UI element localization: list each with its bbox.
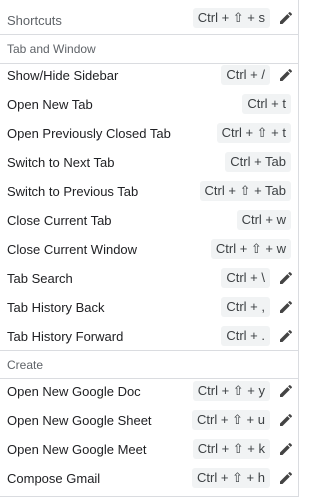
- section-create: Create: [0, 350, 299, 379]
- section-title: Tab and Window: [7, 42, 96, 56]
- shortcut-keys: Ctrl + ⇧ + w: [210, 239, 291, 259]
- shortcut-keys: Ctrl + ⇧ + t: [216, 123, 291, 143]
- shortcut-label: Open New Tab: [7, 97, 93, 112]
- shortcut-row-tab-history-back: Tab History Back Ctrl + ,: [0, 293, 299, 322]
- edit-pencil-icon[interactable]: [278, 470, 294, 486]
- shortcut-label: Close Current Tab: [7, 213, 112, 228]
- shortcut-label: Switch to Previous Tab: [7, 184, 139, 199]
- edit-pencil-icon[interactable]: [278, 270, 294, 286]
- shortcut-row-switch-to-previous-tab: Switch to Previous Tab Ctrl + ⇧ + Tab: [0, 177, 299, 206]
- edit-pencil-icon[interactable]: [278, 328, 294, 344]
- edit-pencil-icon[interactable]: [278, 299, 294, 315]
- shortcut-row-open-new-tab: Open New Tab Ctrl + t: [0, 90, 299, 119]
- shortcut-keys: Ctrl + ⇧ + Tab: [199, 181, 291, 201]
- shortcuts-header: Shortcuts Ctrl + ⇧ + s: [0, 4, 299, 35]
- edit-pencil-icon[interactable]: [278, 10, 294, 26]
- shortcut-label: Show/Hide Sidebar: [7, 68, 119, 83]
- shortcut-label: Open Previously Closed Tab: [7, 126, 171, 141]
- shortcut-keys: Ctrl + ,: [221, 297, 270, 317]
- shortcut-row-show-hide-sidebar: Show/Hide Sidebar Ctrl + /: [0, 61, 299, 90]
- shortcut-keys: Ctrl + ⇧ + y: [192, 381, 270, 401]
- section-tab-and-window: Tab and Window: [0, 35, 299, 64]
- shortcut-row-switch-to-next-tab: Switch to Next Tab Ctrl + Tab: [0, 148, 299, 177]
- shortcut-label: Open New Google Sheet: [7, 413, 152, 428]
- shortcut-label: Compose Gmail: [7, 471, 101, 486]
- shortcut-keys: Ctrl + Tab: [225, 152, 291, 172]
- shortcut-row-open-new-google-doc: Open New Google Doc Ctrl + ⇧ + y: [0, 377, 299, 406]
- shortcut-keys: Ctrl + ⇧ + h: [192, 468, 270, 488]
- shortcut-label: Tab History Back: [7, 300, 105, 315]
- shortcut-label: Tab Search: [7, 271, 73, 286]
- shortcuts-key-badge: Ctrl + ⇧ + s: [192, 8, 270, 28]
- shortcut-keys: Ctrl + \: [221, 268, 270, 288]
- shortcut-label: Switch to Next Tab: [7, 155, 115, 170]
- shortcut-row-close-current-window: Close Current Window Ctrl + ⇧ + w: [0, 235, 299, 264]
- shortcut-label: Open New Google Meet: [7, 442, 147, 457]
- shortcut-keys: Ctrl + w: [236, 210, 291, 230]
- shortcut-label: Close Current Window: [7, 242, 138, 257]
- edit-pencil-icon[interactable]: [278, 383, 294, 399]
- shortcut-row-open-previously-closed-tab: Open Previously Closed Tab Ctrl + ⇧ + t: [0, 119, 299, 148]
- edit-pencil-icon[interactable]: [278, 412, 294, 428]
- shortcut-label: Tab History Forward: [7, 329, 124, 344]
- shortcut-row-tab-history-forward: Tab History Forward Ctrl + .: [0, 322, 299, 351]
- shortcut-keys: Ctrl + /: [221, 65, 270, 85]
- shortcut-row-open-new-google-meet: Open New Google Meet Ctrl + ⇧ + k: [0, 435, 299, 464]
- shortcut-row-close-current-tab: Close Current Tab Ctrl + w: [0, 206, 299, 235]
- shortcut-row-tab-search: Tab Search Ctrl + \: [0, 264, 299, 293]
- shortcuts-panel: Shortcuts Ctrl + ⇧ + s Tab and Window Sh…: [0, 0, 299, 497]
- shortcut-keys: Ctrl + ⇧ + k: [192, 439, 270, 459]
- shortcut-row-open-new-google-sheet: Open New Google Sheet Ctrl + ⇧ + u: [0, 406, 299, 435]
- edit-pencil-icon[interactable]: [278, 441, 294, 457]
- shortcut-row-compose-gmail: Compose Gmail Ctrl + ⇧ + h: [0, 464, 299, 493]
- shortcut-keys: Ctrl + t: [242, 94, 291, 114]
- shortcut-keys: Ctrl + ⇧ + u: [192, 410, 270, 430]
- shortcut-keys: Ctrl + .: [221, 326, 270, 346]
- shortcut-label: Open New Google Doc: [7, 384, 141, 399]
- edit-pencil-icon[interactable]: [278, 67, 294, 83]
- section-title: Create: [7, 358, 44, 372]
- shortcuts-title: Shortcuts: [7, 13, 62, 28]
